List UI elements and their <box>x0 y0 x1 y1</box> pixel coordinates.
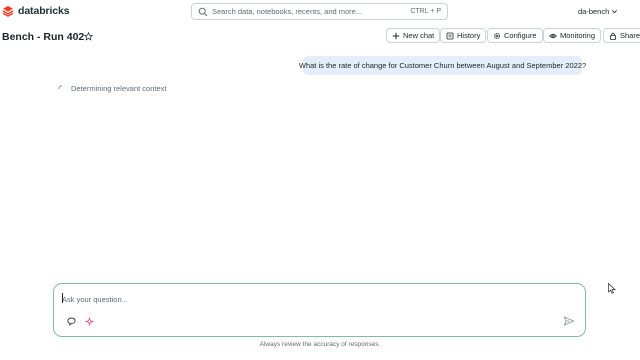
search-icon <box>198 7 208 16</box>
gear-icon <box>494 32 500 39</box>
history-button[interactable]: History <box>440 28 487 43</box>
databricks-logo[interactable]: databricks <box>2 5 70 17</box>
comment-icon <box>67 317 76 326</box>
lock-icon <box>610 32 616 40</box>
assistant-status: Determining relevant context <box>58 84 166 93</box>
monitoring-button[interactable]: Monitoring <box>543 28 602 43</box>
eye-icon <box>549 33 557 38</box>
question-composer <box>53 283 586 337</box>
text-caret <box>62 293 63 303</box>
monitoring-label: Monitoring <box>560 31 596 40</box>
share-label: Share <box>620 31 640 40</box>
accuracy-disclaimer: Always review the accuracy of responses. <box>259 341 381 348</box>
sparkle-icon <box>85 317 94 326</box>
send-icon[interactable] <box>563 315 575 327</box>
user-message-text: What is the rate of change for Customer … <box>298 61 587 70</box>
search-shortcut: CTRL + P <box>410 8 441 15</box>
workspace-name: da-bench <box>578 7 610 16</box>
new-chat-button[interactable]: New chat <box>386 28 441 43</box>
search-bar[interactable]: Search data, notebooks, recents, and mor… <box>191 3 448 20</box>
plus-icon <box>392 32 400 39</box>
history-icon <box>446 32 454 39</box>
top-bar: databricks Search data, notebooks, recen… <box>0 0 640 24</box>
new-chat-label: New chat <box>403 31 435 40</box>
page-header: Bench - Run 402 New chat History Configu… <box>0 28 640 46</box>
assistant-suggest-button[interactable] <box>83 315 96 328</box>
history-label: History <box>457 31 481 40</box>
brand-name: databricks <box>18 5 70 17</box>
configure-button[interactable]: Configure <box>487 28 543 43</box>
star-icon[interactable] <box>84 32 93 41</box>
search-placeholder: Search data, notebooks, recents, and mor… <box>212 7 363 16</box>
page-title: Bench - Run 402 <box>2 31 85 43</box>
question-input[interactable] <box>62 293 542 305</box>
chevron-down-icon <box>612 10 618 14</box>
databricks-logo-icon <box>2 6 14 17</box>
spinner-icon <box>58 84 63 89</box>
user-message-bubble: What is the rate of change for Customer … <box>299 56 586 75</box>
workspace-switcher[interactable]: da-bench <box>578 7 618 16</box>
share-button[interactable]: Share <box>603 28 640 43</box>
configure-label: Configure <box>504 31 537 40</box>
status-text: Determining relevant context <box>71 84 167 93</box>
mouse-cursor-icon <box>608 283 616 294</box>
feedback-button[interactable] <box>65 315 78 328</box>
